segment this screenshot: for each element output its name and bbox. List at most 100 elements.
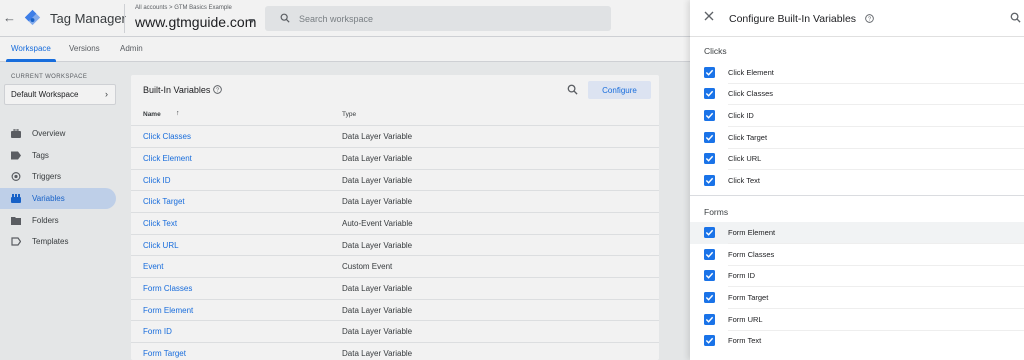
- checkbox-checked[interactable]: [704, 270, 715, 281]
- sidebar-item-label: Overview: [32, 129, 66, 138]
- checkmark-icon: [705, 90, 714, 97]
- checkbox-checked[interactable]: [704, 227, 715, 238]
- variable-name-link[interactable]: Event: [143, 262, 163, 271]
- briefcase-icon: [11, 129, 21, 138]
- close-icon[interactable]: [704, 11, 714, 21]
- table-row[interactable]: Form Target Data Layer Variable: [131, 342, 659, 360]
- account-breadcrumb[interactable]: All accounts > GTM Basics Example: [135, 5, 232, 11]
- variable-name-link[interactable]: Click Target: [143, 197, 185, 206]
- checkbox-checked[interactable]: [704, 132, 715, 143]
- variable-name-link[interactable]: Form Classes: [143, 284, 192, 293]
- column-header-type: Type: [342, 111, 357, 118]
- search-icon[interactable]: [1010, 12, 1021, 23]
- workspace-selector[interactable]: Default Workspace ›: [4, 84, 116, 105]
- table-row[interactable]: Event Custom Event: [131, 255, 659, 277]
- card-title: Built-In Variables: [143, 85, 211, 95]
- variable-type: Data Layer Variable: [342, 154, 413, 163]
- checkbox-row[interactable]: Form URL: [690, 309, 1024, 331]
- sidebar-item-templates[interactable]: Templates: [0, 231, 116, 252]
- checkbox-row[interactable]: Click Text: [690, 170, 1024, 192]
- back-arrow-icon[interactable]: ←: [3, 10, 16, 26]
- variable-name-link[interactable]: Click Element: [143, 154, 192, 163]
- checkbox-label: Click Classes: [728, 89, 774, 98]
- checkbox-row[interactable]: Form Text: [690, 330, 1024, 352]
- sidebar-item-folders[interactable]: Folders: [0, 210, 116, 231]
- checkmark-icon: [705, 251, 714, 258]
- checkbox-row[interactable]: Click ID: [690, 105, 1024, 127]
- search-input[interactable]: [299, 9, 599, 28]
- variable-name-link[interactable]: Click Classes: [143, 132, 191, 141]
- checkbox-checked[interactable]: [704, 314, 715, 325]
- variable-name-link[interactable]: Form Target: [143, 349, 186, 358]
- sort-ascending-icon[interactable]: ↑: [176, 110, 180, 117]
- variable-type: Data Layer Variable: [342, 349, 413, 358]
- checkbox-checked[interactable]: [704, 67, 715, 78]
- variable-name-link[interactable]: Click Text: [143, 219, 177, 228]
- table-row[interactable]: Form Classes Data Layer Variable: [131, 277, 659, 299]
- section-label-forms: Forms: [704, 207, 729, 217]
- sidebar-item-variables[interactable]: Variables: [0, 188, 116, 209]
- variable-name-link[interactable]: Click ID: [143, 176, 171, 185]
- checkbox-row[interactable]: Form Element: [690, 222, 1024, 244]
- checkbox-row[interactable]: Form Target: [690, 287, 1024, 309]
- variable-name-link[interactable]: Form Element: [143, 306, 193, 315]
- current-workspace-label: CURRENT WORKSPACE: [11, 74, 88, 80]
- checkbox-checked[interactable]: [704, 153, 715, 164]
- variable-name-link[interactable]: Click URL: [143, 241, 179, 250]
- caret-down-icon[interactable]: [249, 19, 255, 23]
- checkmark-icon: [705, 69, 714, 76]
- table-row[interactable]: Click Text Auto-Event Variable: [131, 212, 659, 234]
- built-in-variables-card: Built-In Variables ? Configure Name ↑ Ty…: [131, 75, 659, 360]
- checkmark-icon: [705, 337, 714, 344]
- checkbox-row[interactable]: Click Element: [690, 62, 1024, 84]
- help-icon[interactable]: ?: [213, 85, 222, 94]
- column-header-name[interactable]: Name: [143, 111, 161, 118]
- workspace-name: Default Workspace: [11, 90, 79, 99]
- checkbox-label: Click ID: [728, 111, 754, 120]
- panel-header: Configure Built-In Variables ?: [690, 0, 1024, 37]
- checkbox-checked[interactable]: [704, 175, 715, 186]
- sidebar-item-triggers[interactable]: Triggers: [0, 166, 116, 187]
- sidebar-item-label: Triggers: [32, 172, 62, 181]
- search-icon[interactable]: [567, 84, 578, 95]
- search-workspace-box[interactable]: [265, 6, 611, 31]
- table-row[interactable]: Click URL Data Layer Variable: [131, 234, 659, 256]
- checkbox-checked[interactable]: [704, 249, 715, 260]
- checkbox-row[interactable]: Click Classes: [690, 83, 1024, 105]
- table-row[interactable]: Click Element Data Layer Variable: [131, 147, 659, 169]
- checkbox-row[interactable]: Click URL: [690, 148, 1024, 170]
- header-divider: [124, 4, 125, 33]
- section-divider: [690, 195, 1024, 196]
- checkbox-label: Form Classes: [728, 250, 775, 259]
- checkbox-checked[interactable]: [704, 335, 715, 346]
- table-row[interactable]: Click ID Data Layer Variable: [131, 169, 659, 191]
- sidebar-item-overview[interactable]: Overview: [0, 123, 116, 144]
- variable-name-link[interactable]: Form ID: [143, 327, 172, 336]
- checkbox-label: Form Element: [728, 228, 776, 237]
- variable-type: Data Layer Variable: [342, 241, 413, 250]
- checkbox-label: Click Text: [728, 176, 760, 185]
- sidebar-item-tags[interactable]: Tags: [0, 145, 116, 166]
- checkbox-checked[interactable]: [704, 292, 715, 303]
- checkbox-checked[interactable]: [704, 110, 715, 121]
- tab-workspace[interactable]: Workspace: [11, 44, 51, 53]
- checkmark-icon: [705, 316, 714, 323]
- checkbox-checked[interactable]: [704, 88, 715, 99]
- checkbox-row[interactable]: Click Target: [690, 127, 1024, 149]
- checkmark-icon: [705, 272, 714, 279]
- checkbox-label: Click Element: [728, 68, 774, 77]
- checkmark-icon: [705, 229, 714, 236]
- checkbox-row[interactable]: Form ID: [690, 265, 1024, 287]
- tab-versions[interactable]: Versions: [69, 44, 100, 53]
- container-selector[interactable]: www.gtmguide.com: [135, 14, 256, 30]
- table-row[interactable]: Form Element Data Layer Variable: [131, 299, 659, 321]
- table-row[interactable]: Form ID Data Layer Variable: [131, 320, 659, 342]
- configure-button[interactable]: Configure: [588, 81, 651, 99]
- help-icon[interactable]: ?: [865, 14, 874, 23]
- tab-admin[interactable]: Admin: [120, 44, 143, 53]
- variable-type: Data Layer Variable: [342, 176, 413, 185]
- table-row[interactable]: Click Target Data Layer Variable: [131, 190, 659, 212]
- table-row[interactable]: Click Classes Data Layer Variable: [131, 125, 659, 147]
- variable-type: Data Layer Variable: [342, 197, 413, 206]
- checkbox-row[interactable]: Form Classes: [690, 244, 1024, 266]
